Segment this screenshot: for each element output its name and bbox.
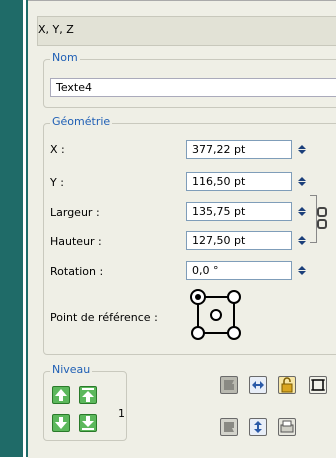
width-field[interactable]: 135,75 pt	[186, 202, 292, 221]
flip-vertical-icon	[224, 422, 234, 432]
geometrie-legend: Géométrie	[50, 115, 113, 128]
level-up-button[interactable]	[52, 386, 70, 404]
rotation-field[interactable]: 0,0 °	[186, 261, 292, 280]
proportion-link-bracket	[310, 195, 317, 243]
arrow-down-icon	[55, 417, 67, 429]
nom-legend: Nom	[50, 51, 80, 64]
level-count: 1	[118, 407, 125, 420]
link-frames-button[interactable]	[249, 376, 267, 394]
flip-horizontal-button[interactable]	[220, 376, 238, 394]
x-stepper[interactable]	[296, 141, 308, 158]
level-down-button[interactable]	[52, 414, 70, 432]
y-stepper[interactable]	[296, 173, 308, 190]
rotation-stepper[interactable]	[296, 262, 308, 279]
width-stepper[interactable]	[296, 203, 308, 220]
niveau-legend: Niveau	[50, 363, 93, 376]
chain-link-icon[interactable]	[317, 206, 327, 230]
left-sidebar	[0, 0, 23, 457]
level-top-button[interactable]	[79, 386, 97, 404]
flip-vertical-button[interactable]	[220, 418, 238, 436]
height-stepper[interactable]	[296, 232, 308, 249]
height-label: Hauteur :	[50, 235, 102, 248]
frame-icon	[311, 379, 325, 391]
double-arrow-icon	[252, 381, 264, 389]
x-field[interactable]: 377,22 pt	[186, 140, 292, 159]
flip-horizontal-icon	[224, 380, 234, 390]
level-bottom-button[interactable]	[79, 414, 97, 432]
print-button[interactable]	[278, 418, 296, 436]
panel-tab-strip[interactable]	[37, 16, 336, 46]
arrow-top-icon	[82, 388, 94, 402]
nom-field[interactable]: Texte4	[50, 78, 336, 97]
x-label: X :	[50, 143, 65, 156]
reference-point-selector[interactable]	[188, 287, 244, 343]
y-field[interactable]: 116,50 pt	[186, 172, 292, 191]
reference-point-label: Point de référence :	[50, 311, 158, 324]
y-label: Y :	[50, 176, 64, 189]
printer-icon	[280, 420, 294, 433]
rotation-label: Rotation :	[50, 265, 104, 278]
lock-button[interactable]	[278, 376, 296, 394]
height-field[interactable]: 127,50 pt	[186, 231, 292, 250]
arrow-up-icon	[55, 389, 67, 401]
frame-size-button[interactable]	[309, 376, 327, 394]
vertical-double-arrow-icon	[254, 421, 262, 433]
properties-panel: X, Y, Z Nom Texte4 Géométrie X : 377,22 …	[28, 0, 336, 458]
width-label: Largeur :	[50, 206, 100, 219]
lock-icon	[281, 377, 293, 393]
arrow-bottom-icon	[82, 416, 94, 430]
vertical-arrows-button[interactable]	[249, 418, 267, 436]
panel-title: X, Y, Z	[38, 23, 74, 36]
